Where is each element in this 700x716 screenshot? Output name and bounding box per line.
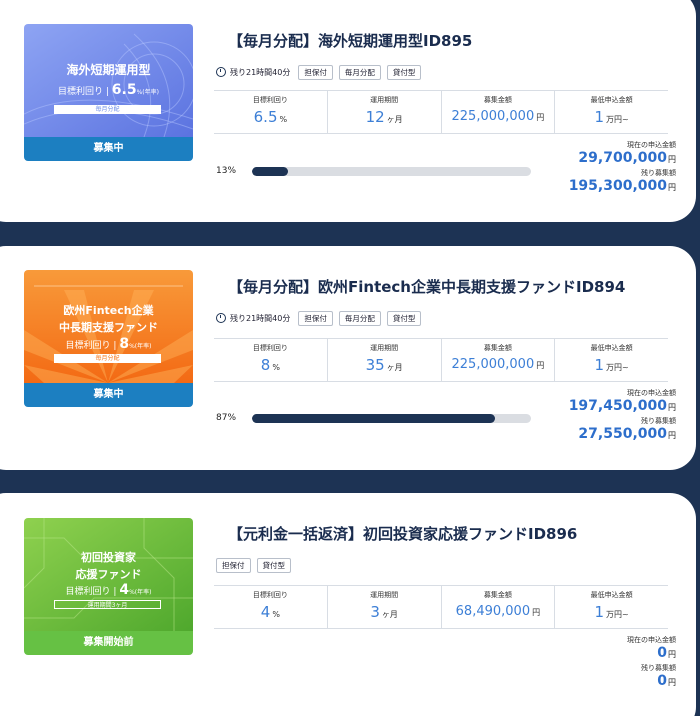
progress-percent: 13% — [216, 166, 237, 176]
fund-stats: 目標利回り 4% 運用期間 3 ヶ月 募集金額 68,490,000 円 最低申込金… — [214, 585, 668, 629]
fund-card[interactable]: 初回投資家 応援ファンド 目標利回り | 4%(年率) 運用期間3ヶ月 募集開始… — [0, 493, 696, 716]
remaining-label: 残り募集額 — [641, 664, 676, 672]
stat-minimum: 最低申込金額 1 万円~ — [554, 91, 668, 133]
remaining-label: 残り募集額 — [641, 417, 676, 425]
remaining-amount: 0円 — [657, 673, 676, 689]
fund-thumbnail[interactable]: 欧州Fintech企業 中長期支援ファンド 目標利回り | 8%(年率) 毎月分… — [24, 270, 193, 407]
tag-monthly: 毎月分配 — [338, 64, 381, 80]
progress-fill — [252, 413, 495, 423]
thumb-fund-name: 初回投資家 応援ファンド — [75, 551, 142, 581]
clock-icon — [216, 67, 226, 77]
progress-fill — [252, 166, 289, 176]
fund-title[interactable]: 【毎月分配】海外短期運用型ID895 — [228, 30, 472, 51]
status-badge: 募集中 — [24, 383, 193, 407]
fund-stats: 目標利回り 6.5% 運用期間 12 ヶ月 募集金額 225,000,000 円 最… — [214, 90, 668, 134]
stat-yield: 目標利回り 4% — [252, 591, 288, 621]
stat-amount: 募集金額 68,490,000 円 — [440, 586, 555, 628]
fund-title[interactable]: 【毎月分配】欧州Fintech企業中長期支援ファンドID894 — [228, 276, 625, 297]
thumb-tag: 運用期間3ヶ月 — [54, 600, 161, 609]
current-amount: 0円 — [657, 645, 676, 661]
thumb-yield: 目標利回り | 8%(年率) — [65, 336, 152, 352]
stat-amount: 募集金額 225,000,000 円 — [440, 91, 555, 133]
fund-card[interactable]: 海外短期運用型 目標利回り | 6.5%(年率) 毎月分配 募集中 【毎月分配】… — [0, 0, 696, 222]
current-label: 現在の申込金額 — [627, 389, 676, 397]
stat-yield: 目標利回り 8% — [252, 344, 288, 374]
fund-card[interactable]: 欧州Fintech企業 中長期支援ファンド 目標利回り | 8%(年率) 毎月分… — [0, 246, 696, 470]
fund-tags: 残り21時間40分 担保付 毎月分配 貸付型 — [216, 64, 427, 80]
status-badge: 募集開始前 — [24, 631, 193, 655]
thumb-fund-name: 海外短期運用型 — [66, 63, 151, 77]
fund-stats: 目標利回り 8% 運用期間 35 ヶ月 募集金額 225,000,000 円 最低申… — [214, 338, 668, 382]
thumb-fund-name: 欧州Fintech企業 中長期支援ファンド — [59, 304, 158, 334]
stat-period: 運用期間 12 ヶ月 — [326, 91, 441, 133]
amounts: 現在の申込金額 197,450,000円 残り募集額 27,550,000円 — [476, 388, 676, 444]
tag-monthly: 毎月分配 — [338, 310, 381, 326]
thumb-tag: 毎月分配 — [54, 105, 161, 114]
current-amount: 29,700,000円 — [578, 150, 676, 166]
current-amount: 197,450,000円 — [568, 398, 676, 414]
remaining-label: 残り募集額 — [641, 169, 676, 177]
fund-thumbnail[interactable]: 海外短期運用型 目標利回り | 6.5%(年率) 毎月分配 募集中 — [24, 24, 193, 161]
stat-minimum: 最低申込金額 1 万円~ — [554, 339, 668, 381]
amounts: 現在の申込金額 0円 残り募集額 0円 — [476, 635, 676, 691]
status-badge: 募集中 — [24, 137, 193, 161]
thumb-yield: 目標利回り | 6.5%(年率) — [58, 82, 159, 98]
tag-collateral: 担保付 — [298, 310, 333, 326]
remaining-amount: 27,550,000円 — [578, 426, 676, 442]
fund-banner-image — [24, 24, 193, 137]
stat-amount: 募集金額 225,000,000 円 — [440, 339, 555, 381]
tag-loan-type: 貸付型 — [386, 64, 422, 80]
stat-yield: 目標利回り 6.5% — [252, 96, 288, 126]
thumb-yield: 目標利回り | 4%(年率) — [65, 582, 152, 598]
fund-title[interactable]: 【元利金一括返済】初回投資家応援ファンドID896 — [228, 523, 577, 544]
current-label: 現在の申込金額 — [627, 141, 676, 149]
timer: 残り21時間40分 — [216, 67, 290, 78]
tag-loan-type: 貸付型 — [386, 310, 422, 326]
stat-minimum: 最低申込金額 1 万円~ — [554, 586, 668, 628]
progress-percent: 87% — [216, 413, 237, 423]
tag-loan-type: 貸付型 — [256, 557, 291, 573]
amounts: 現在の申込金額 29,700,000円 残り募集額 195,300,000円 — [476, 140, 676, 196]
thumb-tag: 毎月分配 — [54, 354, 161, 363]
tag-collateral: 担保付 — [216, 557, 251, 573]
fund-thumbnail[interactable]: 初回投資家 応援ファンド 目標利回り | 4%(年率) 運用期間3ヶ月 募集開始… — [24, 518, 193, 655]
remaining-amount: 195,300,000円 — [568, 178, 676, 194]
stat-period: 運用期間 3 ヶ月 — [326, 586, 441, 628]
timer: 残り21時間40分 — [216, 313, 290, 324]
tag-collateral: 担保付 — [298, 64, 333, 80]
fund-tags: 残り21時間40分 担保付 毎月分配 貸付型 — [216, 310, 427, 326]
stat-period: 運用期間 35 ヶ月 — [326, 339, 441, 381]
current-label: 現在の申込金額 — [627, 636, 676, 644]
clock-icon — [216, 313, 226, 323]
fund-tags: 担保付 貸付型 — [216, 557, 297, 573]
